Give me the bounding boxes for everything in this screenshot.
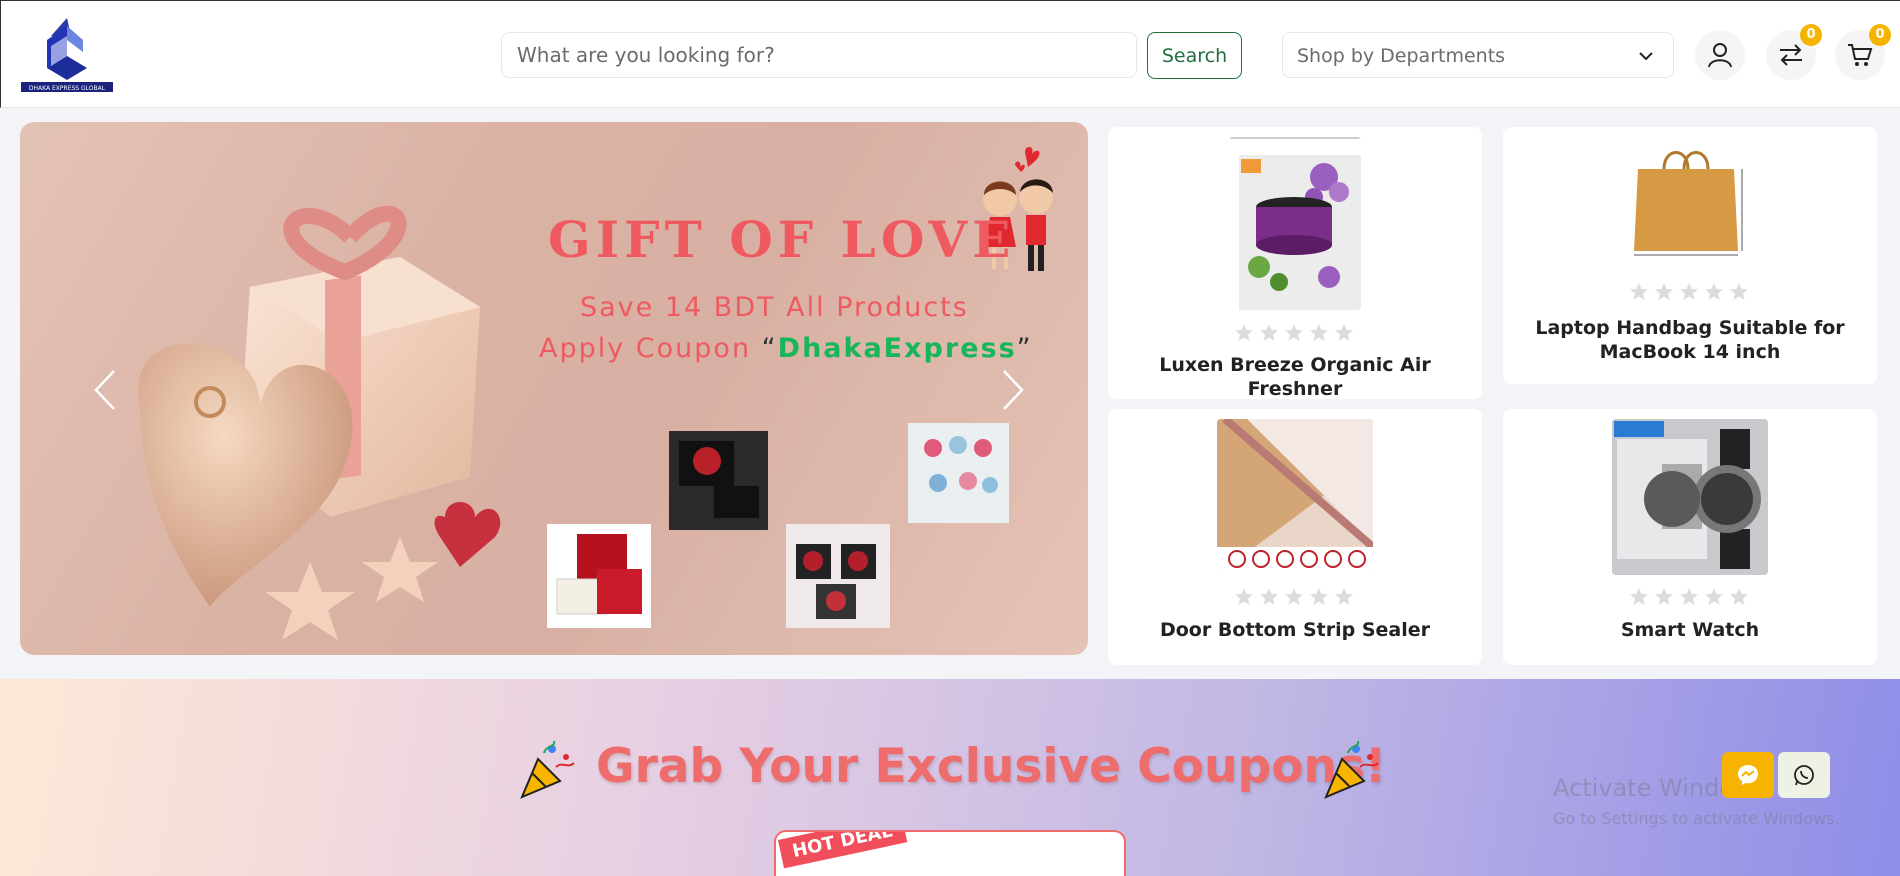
product-image[interactable] [1626, 139, 1754, 262]
cart-icon [1848, 44, 1873, 66]
party-popper-icon [1324, 740, 1379, 799]
hero-coupon-prefix: Apply Coupon [539, 333, 762, 364]
star-icon [1310, 324, 1328, 341]
hero-thumb-bouquets [908, 423, 1009, 523]
carousel-next-icon[interactable] [998, 367, 1028, 413]
chevron-down-icon [1639, 52, 1653, 61]
logo-text: DHAKA EXPRESS GLOBAL [29, 85, 106, 92]
search-input[interactable] [502, 33, 1136, 77]
product-card[interactable]: Door Bottom Strip Sealer [1108, 409, 1482, 665]
whatsapp-icon [1794, 765, 1814, 786]
product-card[interactable]: Smart Watch [1503, 409, 1877, 665]
site-header: DHAKA EXPRESS GLOBAL Search Shop by Depa… [0, 0, 1900, 108]
star-icon [1655, 283, 1673, 300]
party-popper-icon [520, 740, 575, 799]
user-icon [1708, 43, 1732, 68]
star-icon [1335, 324, 1353, 341]
gift-illustration [138, 205, 501, 640]
messenger-button[interactable] [1722, 752, 1774, 798]
windows-activation-subtext: Go to Settings to activate Windows. [1553, 809, 1840, 828]
compare-button[interactable]: 0 [1766, 24, 1822, 80]
cart-button[interactable]: 0 [1835, 24, 1891, 80]
star-icon [1235, 324, 1253, 341]
whatsapp-button[interactable] [1778, 752, 1830, 798]
compare-arrows-icon [1780, 44, 1802, 66]
star-icon [1705, 283, 1723, 300]
star-icon [1335, 588, 1353, 605]
hero-thumb-rose-cubes [786, 524, 890, 628]
carousel-prev-icon[interactable] [90, 367, 120, 413]
star-icon [1730, 283, 1748, 300]
product-image[interactable] [1217, 419, 1373, 575]
coupon-section: Grab Your Exclusive Coupons! HOT DEAL Ac… [0, 679, 1900, 876]
hero-thumb-rose-box [669, 431, 768, 530]
brand-logo[interactable]: DHAKA EXPRESS GLOBAL [21, 16, 113, 94]
star-icon [1285, 324, 1303, 341]
hero-coupon-text: Apply Coupon “DhakaExpress” [539, 333, 1033, 364]
hero-title: GIFT OF LOVE [548, 210, 1016, 269]
star-icon [1310, 588, 1328, 605]
departments-label: Shop by Departments [1297, 45, 1506, 67]
product-image[interactable] [1229, 137, 1361, 310]
product-name[interactable]: Smart Watch [1513, 618, 1867, 642]
hero-thumb-gift-box [547, 524, 651, 628]
product-card[interactable]: Laptop Handbag Suitable for MacBook 14 i… [1503, 127, 1877, 384]
search-box [501, 32, 1137, 78]
star-icon [1260, 324, 1278, 341]
coupon-section-title: Grab Your Exclusive Coupons! [596, 739, 1387, 794]
star-icon [1730, 588, 1748, 605]
star-icon [1630, 588, 1648, 605]
departments-dropdown[interactable]: Shop by Departments [1282, 32, 1674, 78]
product-name[interactable]: Door Bottom Strip Sealer [1118, 618, 1472, 642]
hero-coupon-code: DhakaExpress [777, 333, 1017, 364]
product-image[interactable] [1612, 419, 1768, 575]
product-card[interactable]: Luxen Breeze Organic Air Freshner [1108, 127, 1482, 401]
star-icon [1655, 588, 1673, 605]
account-button[interactable] [1695, 30, 1745, 80]
messenger-icon [1738, 765, 1758, 785]
search-button[interactable]: Search [1147, 32, 1242, 79]
star-icon [1680, 283, 1698, 300]
compare-count-badge: 0 [1800, 24, 1822, 46]
coupon-card[interactable]: HOT DEAL [774, 830, 1126, 876]
cart-count-badge: 0 [1869, 24, 1891, 46]
star-icon [1630, 283, 1648, 300]
close-quote: ” [1016, 333, 1033, 364]
star-icon [1680, 588, 1698, 605]
open-quote: “ [761, 333, 778, 364]
product-name[interactable]: Laptop Handbag Suitable for MacBook 14 i… [1513, 316, 1867, 364]
rating-stars [1629, 282, 1749, 302]
hero-banner[interactable]: GIFT OF LOVE Save 14 BDT All Products Ap… [20, 122, 1088, 655]
product-name[interactable]: Luxen Breeze Organic Air Freshner [1118, 353, 1472, 401]
star-icon [1235, 588, 1253, 605]
hero-offer-text: Save 14 BDT All Products [580, 292, 969, 323]
star-icon [1705, 588, 1723, 605]
hot-deal-ribbon: HOT DEAL [778, 832, 907, 869]
rating-stars [1234, 587, 1354, 607]
rating-stars [1234, 323, 1354, 343]
rating-stars [1629, 587, 1749, 607]
star-icon [1260, 588, 1278, 605]
star-icon [1285, 588, 1303, 605]
